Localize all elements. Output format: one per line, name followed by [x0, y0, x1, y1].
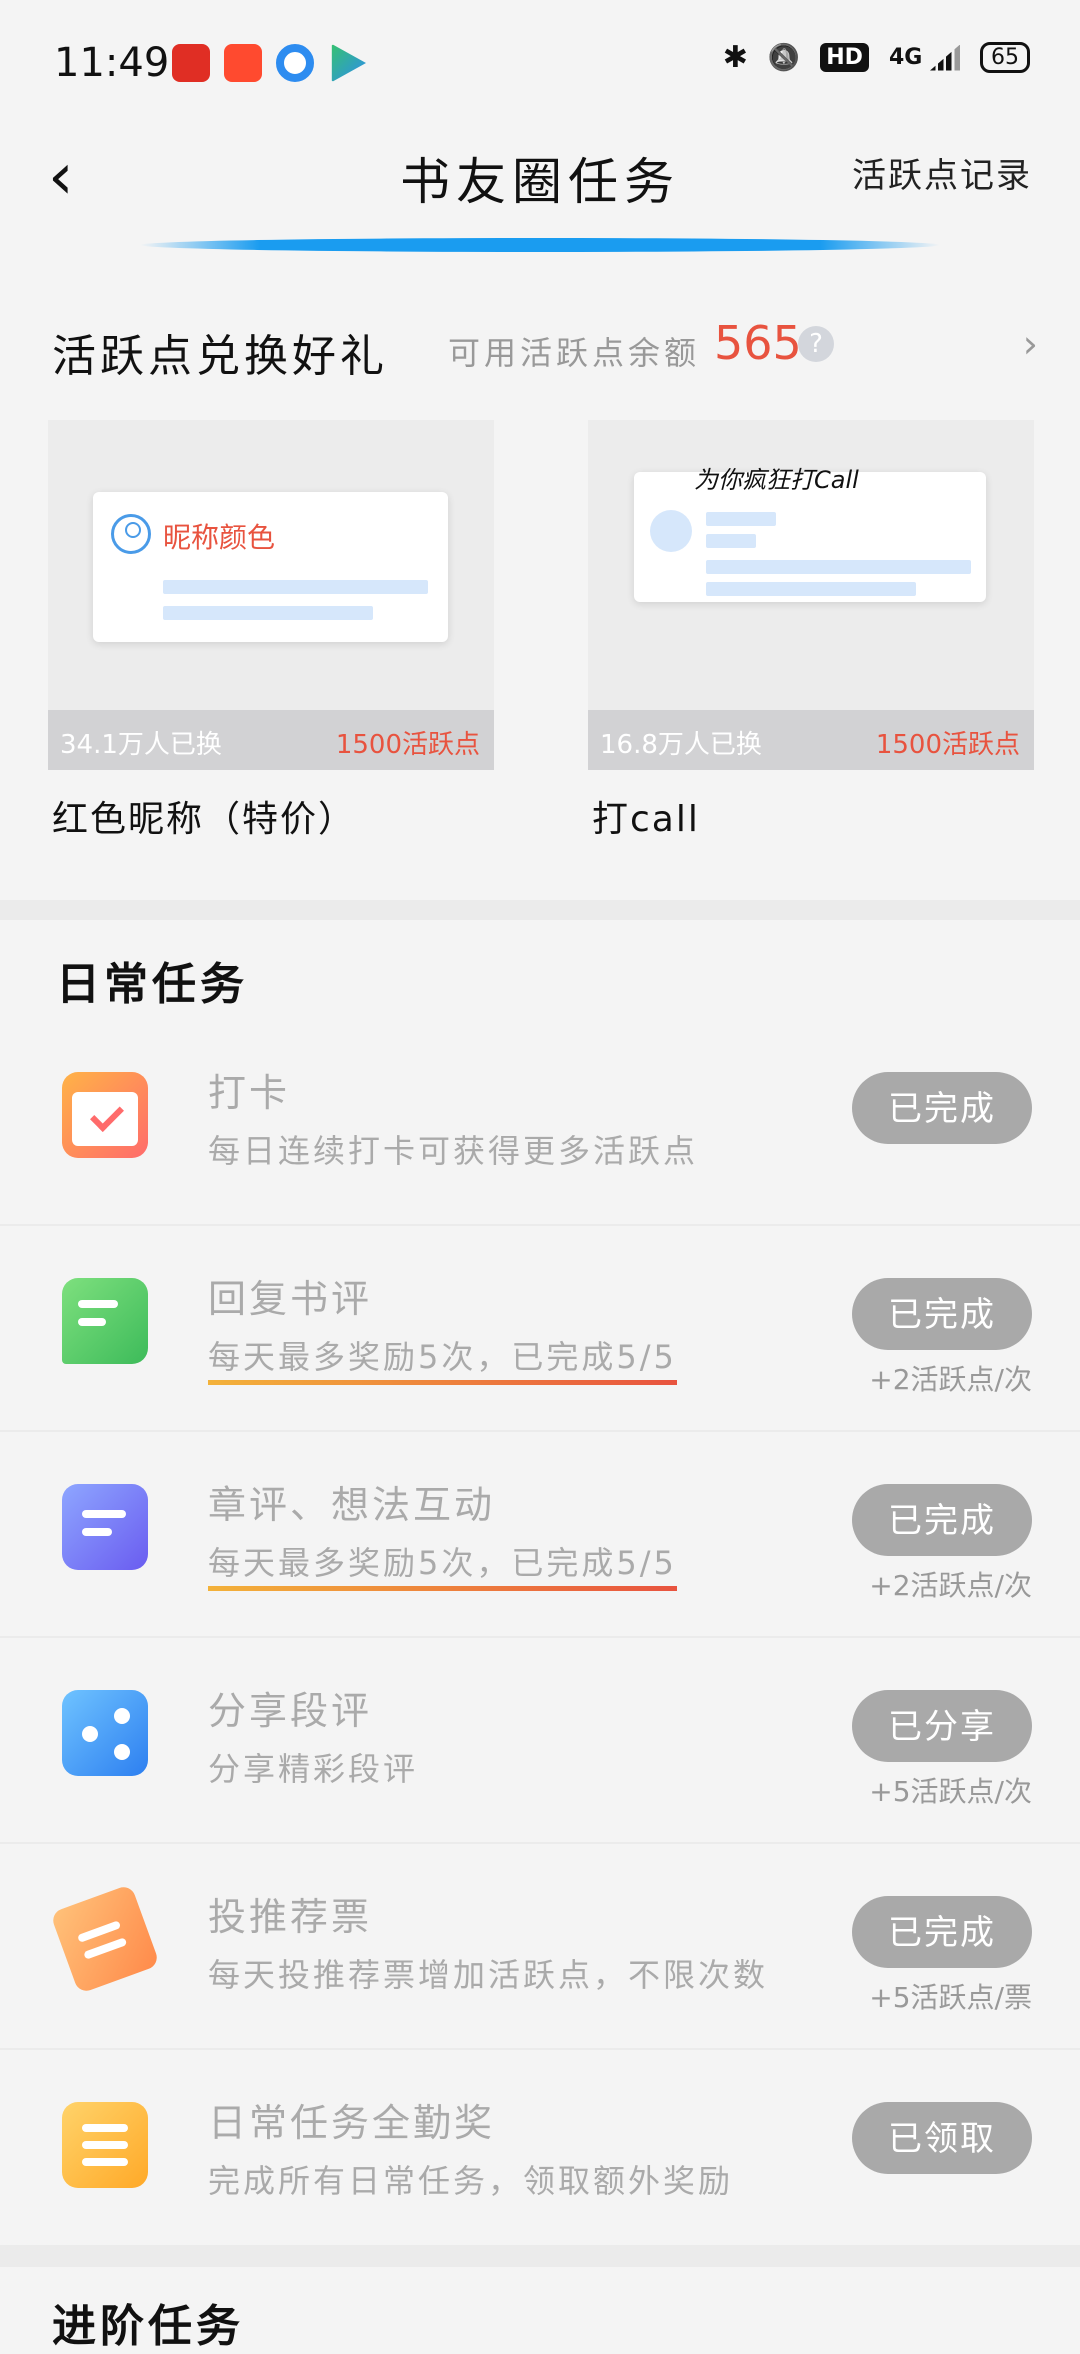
status-time: 11:49 — [54, 40, 170, 86]
signal-icon — [930, 44, 960, 71]
gift-preview: 为你疯狂打Call — [634, 466, 986, 602]
exchange-section: 活跃点兑换好礼 可用活跃点余额 565 ? › 昵称颜色 34.1万人已换 15… — [0, 280, 1080, 900]
task-status-button[interactable]: 已完成 — [852, 1072, 1032, 1144]
task-row: 章评、想法互动 每天最多奖励5次，已完成5/5 已完成 +2活跃点/次 — [0, 1432, 1080, 1638]
status-bar: 11:49 ✱ 🔕 HD 4G 65 — [0, 0, 1080, 130]
gift-name[interactable]: 打call — [592, 790, 700, 842]
status-right: ✱ 🔕 HD 4G 65 — [723, 40, 1030, 75]
task-name: 章评、想法互动 — [208, 1483, 496, 1527]
daily-tasks-title: 日常任务 — [56, 959, 248, 1010]
task-status-button[interactable]: 已完成 — [852, 1484, 1032, 1556]
chat-icon — [62, 1278, 148, 1364]
gift-card-nickname-color[interactable]: 昵称颜色 34.1万人已换 1500活跃点 — [48, 420, 494, 770]
share-icon — [62, 1690, 148, 1776]
placeholder-bar — [706, 560, 971, 574]
task-desc: 每天投推荐票增加活跃点，不限次数 — [208, 1956, 769, 1994]
advanced-tasks-title: 进阶任务 — [52, 2301, 244, 2352]
ticket-icon — [49, 1883, 161, 1995]
task-desc: 每天最多奖励5次，已完成5/5 — [208, 1332, 677, 1385]
header-accent-line — [140, 238, 940, 252]
task-status-button[interactable]: 已领取 — [852, 2102, 1032, 2174]
task-status-button[interactable]: 已分享 — [852, 1690, 1032, 1762]
avatar — [650, 510, 692, 552]
task-reward-note: +2活跃点/次 — [869, 1569, 1032, 1602]
gift-footer: 16.8万人已换 1500活跃点 — [588, 710, 1034, 770]
pinduoduo-icon — [172, 44, 210, 82]
gift-name[interactable]: 红色昵称（特价） — [52, 790, 356, 842]
task-reward-note: +5活跃点/票 — [869, 1981, 1032, 2014]
task-row: 日常任务全勤奖 完成所有日常任务，领取额外奖励 已领取 — [0, 2050, 1080, 2254]
task-reward-note: +2活跃点/次 — [869, 1363, 1032, 1396]
gift-cost: 1500活跃点 — [875, 730, 1020, 760]
balance-value: 565 — [714, 316, 802, 370]
section-divider — [0, 900, 1080, 920]
header: ‹ 书友圈任务 活跃点记录 — [0, 130, 1080, 260]
network-icon: 4G — [888, 44, 960, 71]
task-desc: 每天最多奖励5次，已完成5/5 — [208, 1538, 677, 1591]
task-desc: 完成所有日常任务，领取额外奖励 — [208, 2162, 734, 2200]
task-name: 回复书评 — [208, 1277, 373, 1321]
task-row: 投推荐票 每天投推荐票增加活跃点，不限次数 已完成 +5活跃点/票 — [0, 1844, 1080, 2050]
daily-tasks-section: 日常任务 打卡 每日连续打卡可获得更多活跃点 已完成 回复书评 每天最多奖励5次… — [0, 920, 1080, 2240]
calendar-icon — [62, 1072, 148, 1158]
battery-icon: 65 — [980, 42, 1030, 73]
gift-preview-label: 昵称颜色 — [163, 521, 276, 554]
activity-record-link[interactable]: 活跃点记录 — [852, 148, 1032, 197]
task-status-button[interactable]: 已完成 — [852, 1278, 1032, 1350]
redeemed-count: 34.1万人已换 — [60, 730, 222, 760]
placeholder-bar — [706, 582, 916, 596]
section-divider — [0, 2245, 1080, 2267]
placeholder-bar — [163, 606, 373, 620]
task-desc: 分享精彩段评 — [208, 1750, 419, 1788]
task-status-button[interactable]: 已完成 — [852, 1896, 1032, 1968]
placeholder-bar — [706, 512, 776, 526]
user-icon — [111, 514, 151, 554]
network-label: 4G — [888, 44, 923, 70]
mute-icon: 🔕 — [767, 42, 801, 73]
list-icon — [62, 2102, 148, 2188]
bluetooth-icon: ✱ — [722, 40, 748, 75]
task-row: 打卡 每日连续打卡可获得更多活跃点 已完成 — [0, 1020, 1080, 1226]
help-icon[interactable]: ? — [798, 326, 834, 362]
balance-label: 可用活跃点余额 — [448, 334, 701, 372]
task-row: 分享段评 分享精彩段评 已分享 +5活跃点/次 — [0, 1638, 1080, 1844]
exchange-title: 活跃点兑换好礼 — [52, 331, 388, 382]
redeemed-count: 16.8万人已换 — [600, 730, 762, 760]
kuaishou-icon — [224, 44, 262, 82]
call-banner: 为你疯狂打Call — [694, 466, 859, 494]
gift-cost: 1500活跃点 — [335, 730, 480, 760]
task-desc: 每日连续打卡可获得更多活跃点 — [208, 1132, 699, 1170]
task-name: 投推荐票 — [208, 1895, 373, 1939]
play-app-icon — [331, 44, 366, 82]
task-reward-note: +5活跃点/次 — [869, 1775, 1032, 1808]
circle-app-icon — [276, 44, 314, 82]
gift-card-call[interactable]: 为你疯狂打Call 16.8万人已换 1500活跃点 — [588, 420, 1034, 770]
task-name: 日常任务全勤奖 — [208, 2101, 496, 2145]
task-name: 分享段评 — [208, 1689, 373, 1733]
task-name: 打卡 — [208, 1071, 291, 1115]
task-row: 回复书评 每天最多奖励5次，已完成5/5 已完成 +2活跃点/次 — [0, 1226, 1080, 1432]
placeholder-bar — [163, 580, 428, 594]
hd-badge: HD — [820, 43, 869, 72]
gift-preview: 昵称颜色 — [93, 492, 448, 642]
placeholder-bar — [706, 534, 756, 548]
gift-footer: 34.1万人已换 1500活跃点 — [48, 710, 494, 770]
chevron-right-icon[interactable]: › — [1023, 322, 1038, 366]
document-icon — [62, 1484, 148, 1570]
notification-icons — [172, 44, 366, 82]
